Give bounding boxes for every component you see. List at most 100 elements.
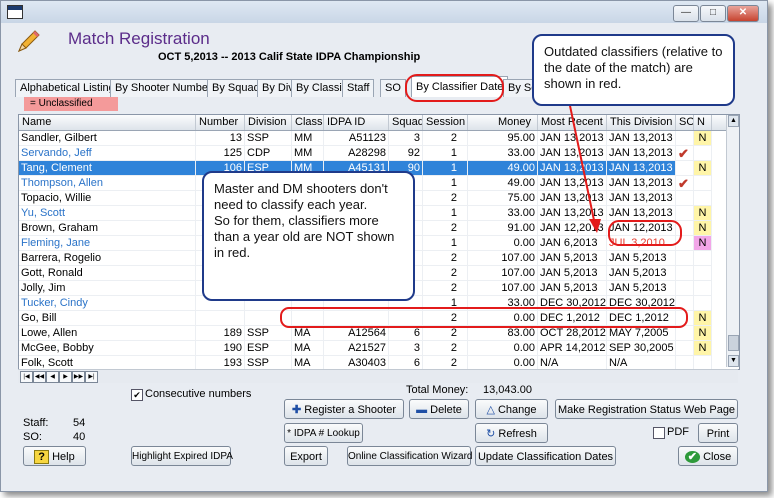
cell-class: MA [292, 341, 324, 356]
app-system-icon[interactable] [7, 5, 23, 19]
cell-money: 49.00 [468, 176, 538, 191]
cell-n [694, 176, 712, 191]
cell-so [676, 206, 694, 221]
col-so[interactable]: SO [676, 115, 694, 130]
cell-n: N [694, 131, 712, 146]
so-label: SO: [23, 431, 42, 443]
col-session[interactable]: Session [423, 115, 468, 130]
maximize-button[interactable]: □ [700, 5, 726, 22]
cell-number: 190 [196, 341, 245, 356]
cell-thisdiv: JAN 5,2013 [607, 251, 676, 266]
classification-wizard-button[interactable]: Online Classification Wizard [347, 446, 473, 466]
help-button[interactable]: ? Help [23, 446, 86, 466]
cell-money: 107.00 [468, 281, 538, 296]
nav-prev-icon[interactable]: ◀ [46, 371, 59, 383]
table-row[interactable]: Folk, Scott 193 SSP MA A30403 6 2 0.00 N/A N/A [19, 356, 726, 369]
vertical-scrollbar[interactable]: ▲ ▼ [726, 115, 739, 367]
idpa-lookup-button[interactable]: * IDPA # Lookup [284, 423, 363, 443]
export-button[interactable]: Export [284, 446, 328, 466]
col-class[interactable]: Class [292, 115, 324, 130]
pencil-icon [18, 30, 40, 52]
cell-thisdiv: SEP 30,2005 [607, 341, 676, 356]
cell-thisdiv: N/A [607, 356, 676, 369]
cell-idpa: A51123 [324, 131, 389, 146]
cell-recent: APR 14,2012 [538, 341, 607, 356]
tab-so[interactable]: SO [380, 79, 406, 97]
update-classification-dates-button[interactable]: Update Classification Dates [475, 446, 616, 466]
highlight-expired-button[interactable]: Highlight Expired IDPA [131, 446, 233, 466]
nav-last-icon[interactable]: ▶| [85, 371, 98, 383]
cell-division: SSP [245, 356, 292, 369]
minimize-button[interactable]: — [673, 5, 699, 22]
tab-staff[interactable]: Staff [342, 79, 375, 97]
col-squad[interactable]: Squad [389, 115, 423, 130]
cell-name: Topacio, Willie [19, 191, 196, 206]
col-n[interactable]: N [694, 115, 712, 130]
change-label: Change [497, 404, 537, 416]
cell-money: 0.00 [468, 341, 538, 356]
tab-alphabetical[interactable]: Alphabetical Listing [15, 79, 120, 97]
cell-money: 0.00 [468, 356, 538, 369]
delete-button[interactable]: ▬ Delete [409, 399, 469, 419]
cell-n [694, 146, 712, 161]
scroll-down-icon[interactable]: ▼ [728, 355, 739, 367]
status-web-page-button[interactable]: Make Registration Status Web Page [555, 399, 738, 419]
cell-squad: 3 [389, 131, 423, 146]
cell-thisdiv: JAN 5,2013 [607, 281, 676, 296]
refresh-button[interactable]: ↻ Refresh [475, 423, 548, 443]
help-label: Help [52, 451, 75, 463]
cell-name: Servando, Jeff [19, 146, 196, 161]
cell-number: 193 [196, 356, 245, 369]
nav-next-icon[interactable]: ▶ [59, 371, 72, 383]
cell-so [676, 266, 694, 281]
close-button[interactable]: ✔ Close [678, 446, 738, 466]
col-money[interactable]: Money [468, 115, 538, 130]
cell-money: 91.00 [468, 221, 538, 236]
cell-n: N [694, 236, 712, 251]
cell-money: 75.00 [468, 191, 538, 206]
pdf-checkbox[interactable] [653, 427, 665, 439]
nav-first-icon[interactable]: |◀ [20, 371, 33, 383]
cell-division: SSP [245, 326, 292, 341]
total-money-label: Total Money: [406, 384, 469, 396]
print-button[interactable]: Print [698, 423, 738, 443]
nav-prev-page-icon[interactable]: ◀◀ [33, 371, 46, 383]
col-name[interactable]: Name [19, 115, 196, 130]
nav-next-page-icon[interactable]: ▶▶ [72, 371, 85, 383]
scroll-up-icon[interactable]: ▲ [728, 115, 739, 127]
master-callout: Master and DM shooters don't need to cla… [202, 171, 415, 301]
callout-arrow [568, 101, 601, 233]
cell-session: 1 [423, 146, 468, 161]
plus-icon: ✚ [292, 404, 305, 416]
close-window-button[interactable]: ✕ [727, 5, 759, 22]
table-row[interactable]: Lowe, Allen 189 SSP MA A12564 6 2 83.00 OCT 28,2… [19, 326, 726, 341]
cell-squad: 3 [389, 341, 423, 356]
cell-name: Folk, Scott [19, 356, 196, 369]
cell-name: Go, Bill [19, 311, 196, 326]
cell-money: 33.00 [468, 146, 538, 161]
table-row[interactable]: McGee, Bobby 190 ESP MA A21527 3 2 0.00 APR 14,2… [19, 341, 726, 356]
col-idpa-id[interactable]: IDPA ID [324, 115, 389, 130]
col-number[interactable]: Number [196, 115, 245, 130]
app-window: — □ ✕ Match Registration OCT 5,2013 -- 2… [0, 0, 768, 492]
consecutive-checkbox[interactable]: ✔ [131, 389, 143, 401]
change-button[interactable]: △ Change [475, 399, 548, 419]
register-shooter-button[interactable]: ✚ Register a Shooter [284, 399, 404, 419]
cell-money: 95.00 [468, 131, 538, 146]
cell-so [676, 161, 694, 176]
cell-squad: 6 [389, 356, 423, 369]
outdated-callout: Outdated classifiers (relative to the da… [532, 34, 735, 106]
cell-idpa: A30403 [324, 356, 389, 369]
cell-recent: N/A [538, 356, 607, 369]
tab-shooter-number[interactable]: By Shooter Number [110, 79, 217, 97]
refresh-icon: ↻ [486, 428, 499, 440]
cell-n: N [694, 221, 712, 236]
cell-n [694, 281, 712, 296]
cell-n [694, 266, 712, 281]
col-division[interactable]: Division [245, 115, 292, 130]
cell-name: Tucker, Cindy [19, 296, 196, 311]
cell-recent: OCT 28,2012 [538, 326, 607, 341]
scroll-thumb[interactable] [728, 335, 739, 351]
cell-number [196, 311, 245, 326]
cell-squad: 92 [389, 146, 423, 161]
